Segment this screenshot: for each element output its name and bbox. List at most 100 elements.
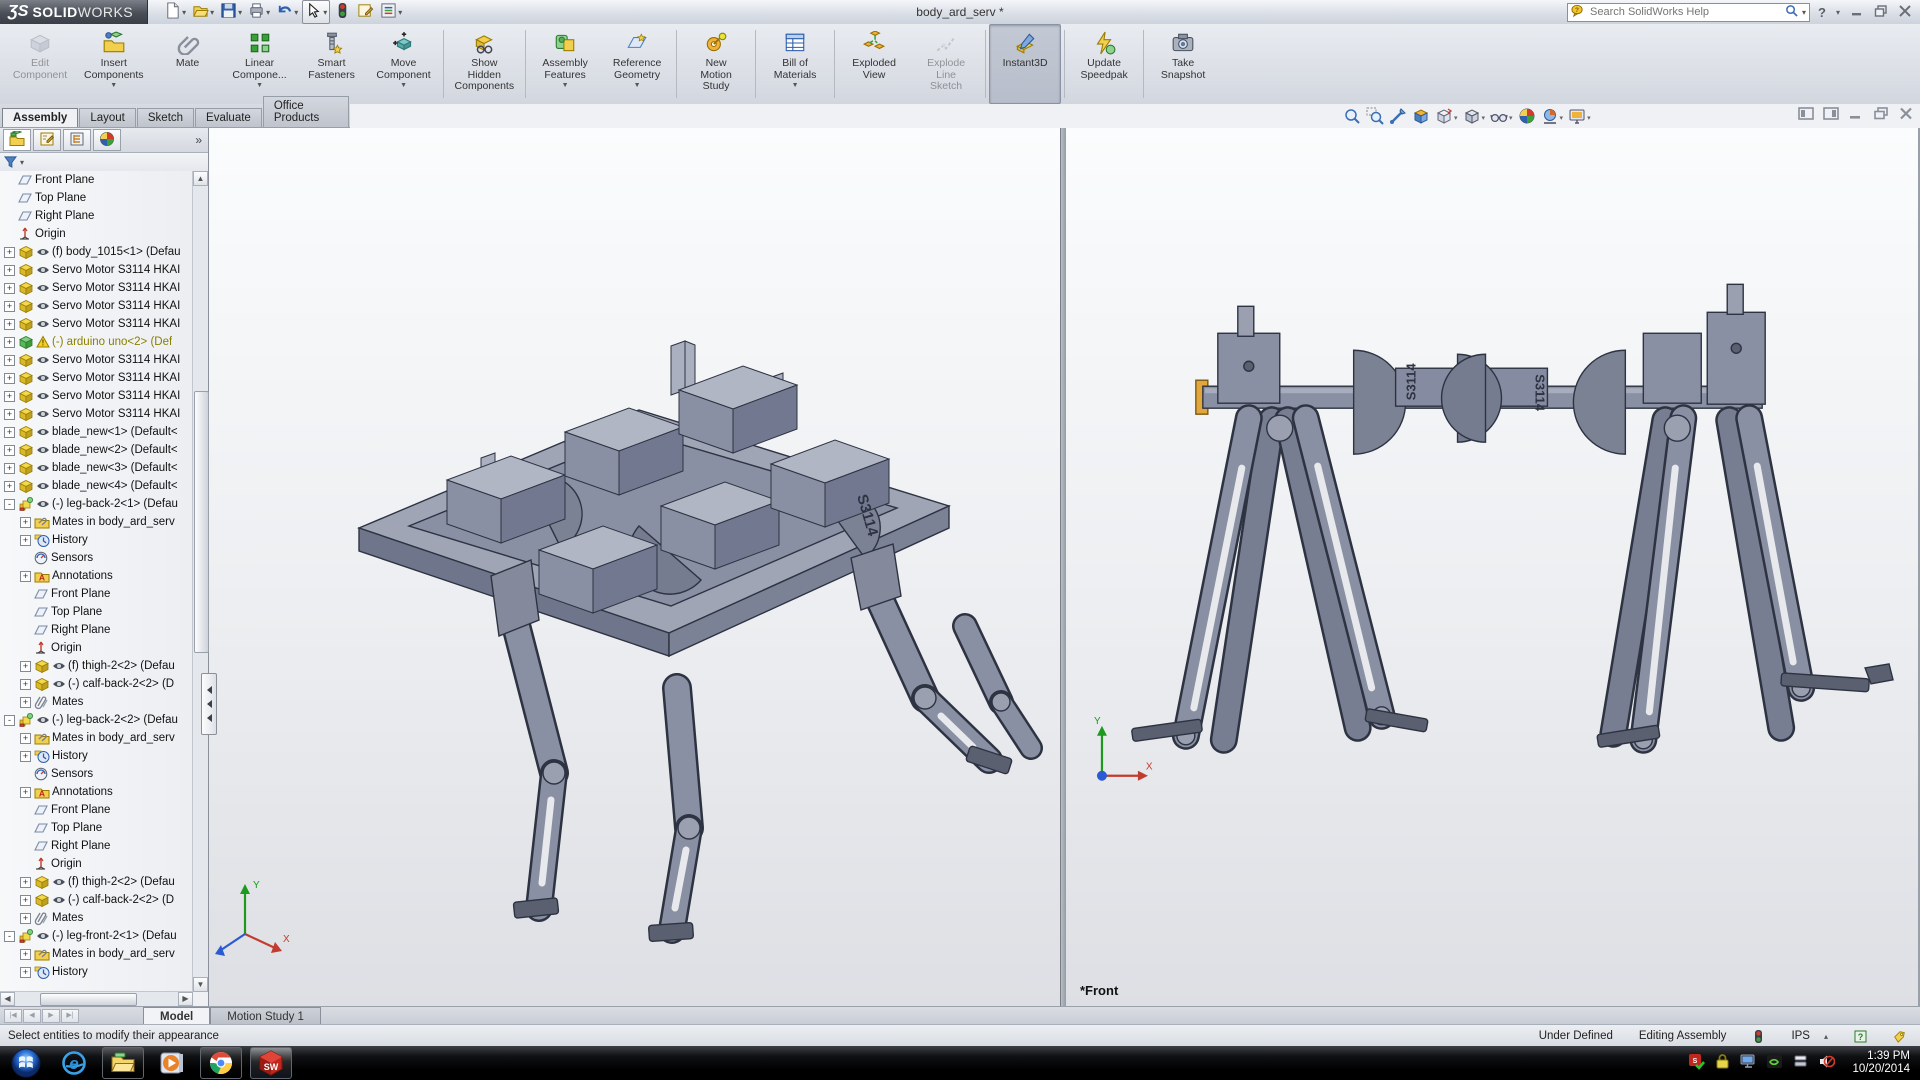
tr-volume-tray-icon[interactable]: [1818, 1053, 1835, 1073]
solidworks-taskbar-button[interactable]: SW: [250, 1047, 292, 1079]
hu-appearance-button[interactable]: [1517, 106, 1537, 129]
expand-toggle[interactable]: +: [20, 877, 31, 888]
units-selector[interactable]: IPS▴: [1791, 1030, 1828, 1042]
tab-motion-study-1[interactable]: Motion Study 1: [210, 1007, 321, 1025]
expand-toggle[interactable]: +: [4, 283, 15, 294]
tree-item[interactable]: +History: [0, 531, 193, 549]
vertical-scroll-thumb[interactable]: [194, 391, 209, 653]
dropdown-arrow[interactable]: ▼: [792, 82, 799, 89]
dropdown-arrow[interactable]: ▾: [266, 8, 270, 17]
expand-toggle[interactable]: +: [20, 949, 31, 960]
expand-toggle[interactable]: +: [4, 481, 15, 492]
filter-dropdown-arrow[interactable]: ▾: [20, 158, 24, 167]
chrome-taskbar-button[interactable]: [200, 1047, 242, 1079]
tag-icon[interactable]: [1893, 1029, 1906, 1044]
pt-display-tab[interactable]: [93, 129, 121, 151]
new-motion-study-button[interactable]: New Motion Study: [680, 24, 752, 104]
tr-lock-tray-icon[interactable]: [1714, 1053, 1731, 1073]
qa-select-button[interactable]: ▾: [302, 0, 330, 24]
move-component-button[interactable]: Move Component▼: [368, 24, 440, 104]
hu-glasses-button[interactable]: ▾: [1489, 106, 1514, 129]
expand-toggle[interactable]: -: [4, 499, 15, 510]
smart-fasteners-button[interactable]: Smart Fasteners: [296, 24, 368, 104]
show-hidden-components-button[interactable]: Show Hidden Components: [447, 24, 523, 104]
dropdown-arrow[interactable]: ▾: [1454, 114, 1458, 122]
tree-item[interactable]: +Mates: [0, 693, 193, 711]
tree-item[interactable]: +blade_new<3> (Default<: [0, 459, 193, 477]
expand-toggle[interactable]: +: [20, 751, 31, 762]
minimize-button[interactable]: [1850, 5, 1864, 20]
tab-evaluate[interactable]: Evaluate: [195, 108, 262, 127]
qa-options-button[interactable]: ▾: [378, 1, 404, 23]
tr-nvidia-tray-icon[interactable]: [1766, 1053, 1783, 1073]
tab-layout[interactable]: Layout: [79, 108, 136, 127]
tree-item[interactable]: Origin: [0, 225, 193, 243]
tree-item[interactable]: +(-) calf-back-2<2> (D: [0, 891, 193, 909]
taskbar-clock[interactable]: 1:39 PM 10/20/2014: [1844, 1050, 1910, 1076]
take-snapshot-button[interactable]: Take Snapshot: [1147, 24, 1219, 104]
update-speedpak-button[interactable]: Update Speedpak: [1068, 24, 1140, 104]
tree-item[interactable]: +Servo Motor S3114 HKAI: [0, 405, 193, 423]
expand-toggle[interactable]: +: [20, 517, 31, 528]
tr-sw-tray-icon[interactable]: S: [1688, 1053, 1705, 1073]
scroll-down-button[interactable]: ▼: [193, 977, 208, 992]
pt-tree-tab[interactable]: [3, 129, 31, 151]
tree-item[interactable]: +!(-) arduino uno<2> (Def: [0, 333, 193, 351]
expand-toggle[interactable]: +: [20, 535, 31, 546]
assembly-features-button[interactable]: Assembly Features▼: [529, 24, 601, 104]
tree-item[interactable]: +History: [0, 963, 193, 981]
pt-prop-tab[interactable]: [33, 129, 61, 151]
qa-save-button[interactable]: ▾: [218, 1, 244, 23]
expand-toggle[interactable]: +: [20, 787, 31, 798]
quick-tips-icon[interactable]: ?: [1854, 1029, 1867, 1044]
pc-min-button[interactable]: [1848, 107, 1864, 123]
expand-toggle[interactable]: +: [4, 463, 15, 474]
qa-new-button[interactable]: ▾: [162, 1, 188, 23]
hu-zoomfit-button[interactable]: [1342, 106, 1362, 129]
tree-item[interactable]: Sensors: [0, 549, 193, 567]
hu-prev-button[interactable]: [1388, 106, 1408, 129]
expand-toggle[interactable]: +: [4, 409, 15, 420]
dropdown-arrow[interactable]: ▾: [238, 8, 242, 17]
instant3d-button[interactable]: Instant3D: [989, 24, 1061, 104]
expand-toggle[interactable]: +: [20, 571, 31, 582]
scroll-right-button[interactable]: ▶: [178, 992, 193, 1006]
dropdown-arrow[interactable]: ▾: [398, 8, 402, 17]
tree-item[interactable]: +Servo Motor S3114 HKAI: [0, 297, 193, 315]
hu-scene-button[interactable]: ▾: [1540, 106, 1565, 129]
tree-item[interactable]: +History: [0, 747, 193, 765]
expand-toggle[interactable]: +: [20, 733, 31, 744]
tree-item[interactable]: -(-) leg-back-2<1> (Defau: [0, 495, 193, 513]
dropdown-arrow[interactable]: ▾: [1509, 114, 1513, 122]
expand-toggle[interactable]: +: [4, 319, 15, 330]
expand-toggle[interactable]: +: [4, 301, 15, 312]
linear-compone-button[interactable]: Linear Compone...▼: [224, 24, 296, 104]
tree-item[interactable]: +(-) calf-back-2<2> (D: [0, 675, 193, 693]
expand-toggle[interactable]: +: [4, 445, 15, 456]
tree-item[interactable]: Front Plane: [0, 801, 193, 819]
tree-item[interactable]: +Servo Motor S3114 HKAI: [0, 261, 193, 279]
reference-geometry-button[interactable]: Reference Geometry▼: [601, 24, 673, 104]
expand-toggle[interactable]: +: [20, 661, 31, 672]
tr-layers-tray-icon[interactable]: [1792, 1053, 1809, 1073]
hu-orient-button[interactable]: ▾: [1434, 106, 1459, 129]
hu-style-button[interactable]: ▾: [1462, 106, 1487, 129]
help-button[interactable]: ?: [1818, 5, 1826, 20]
tree-item[interactable]: Top Plane: [0, 819, 193, 837]
tree-item[interactable]: +Servo Motor S3114 HKAI: [0, 351, 193, 369]
hu-zoomarea-button[interactable]: [1365, 106, 1385, 129]
tree-item[interactable]: Front Plane: [0, 585, 193, 603]
tree-item[interactable]: Right Plane: [0, 621, 193, 639]
dropdown-arrow[interactable]: ▾: [210, 8, 214, 17]
tree-item[interactable]: +blade_new<1> (Default<: [0, 423, 193, 441]
media-player-taskbar-button[interactable]: [152, 1048, 192, 1078]
tree-item[interactable]: -(-) leg-back-2<2> (Defau: [0, 711, 193, 729]
pc-right-button[interactable]: [1823, 107, 1839, 123]
tree-item[interactable]: +Mates in body_ard_serv: [0, 945, 193, 963]
restore-button[interactable]: [1874, 5, 1888, 20]
tree-item[interactable]: +(f) thigh-2<2> (Defau: [0, 657, 193, 675]
qa-undo-button[interactable]: ▾: [274, 1, 300, 23]
tree-item[interactable]: +Servo Motor S3114 HKAI: [0, 279, 193, 297]
expand-toggle[interactable]: +: [4, 265, 15, 276]
dropdown-arrow[interactable]: ▾: [1482, 114, 1486, 122]
